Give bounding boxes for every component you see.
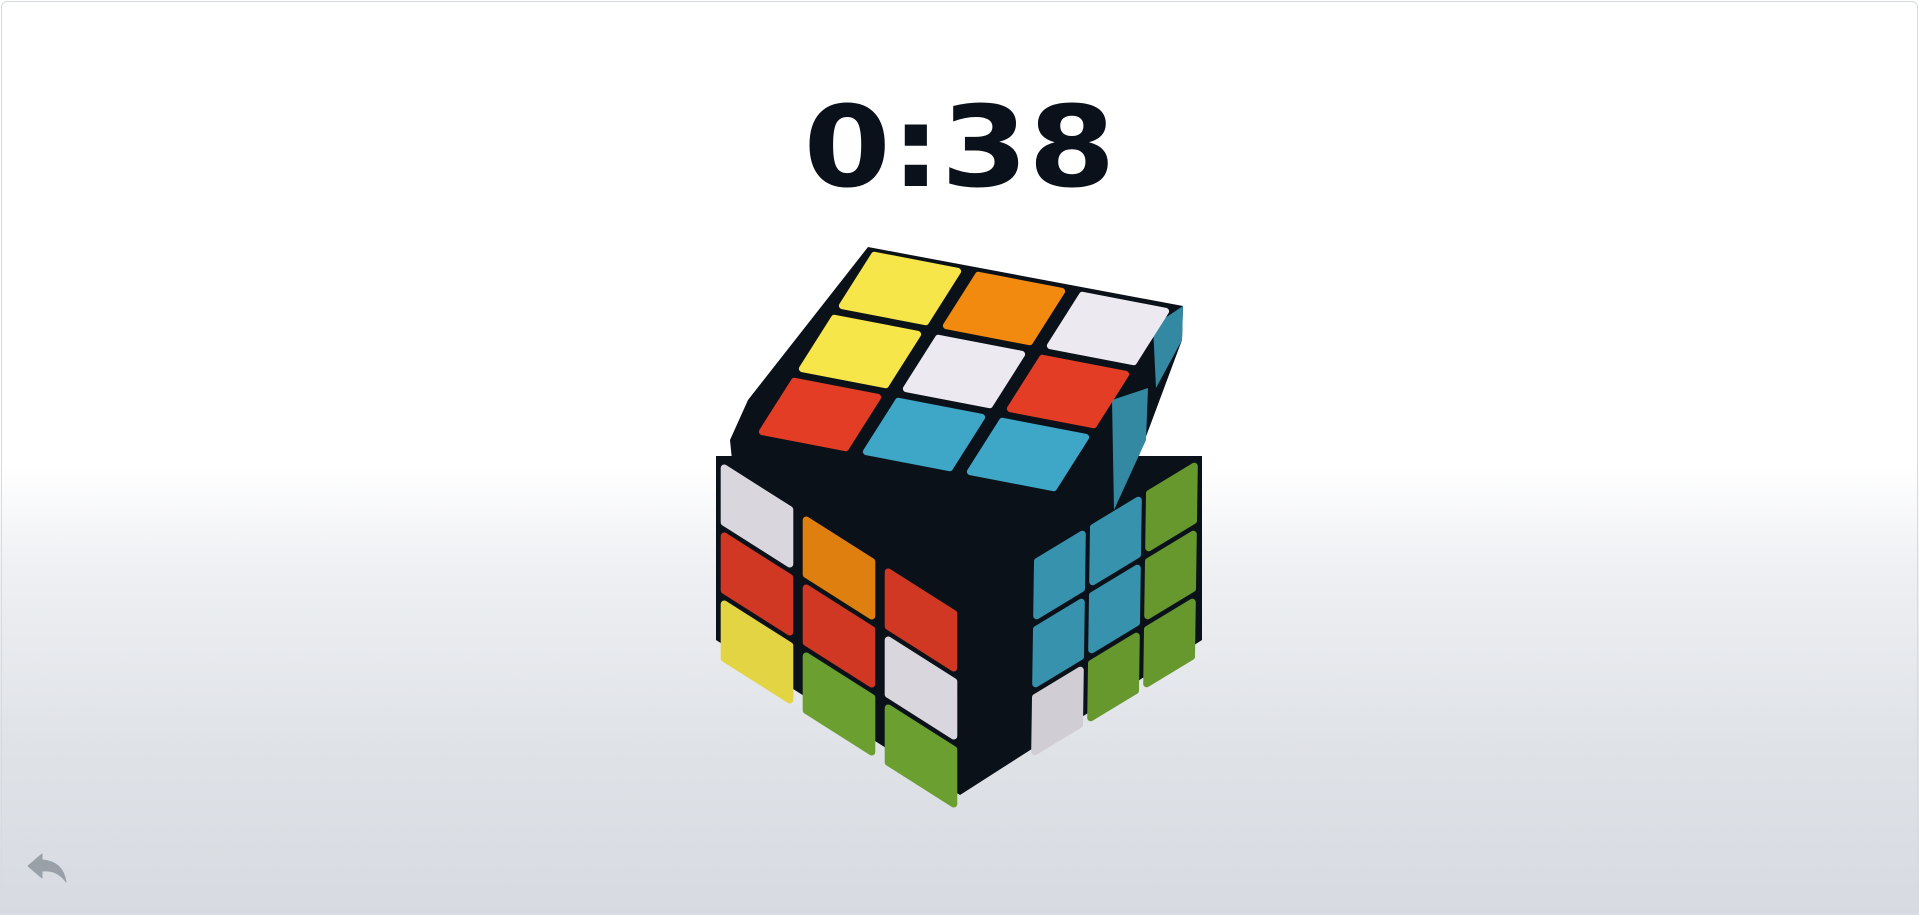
undo-arrow-icon	[27, 853, 67, 883]
rubiks-cube[interactable]	[0, 0, 1919, 915]
cube-area[interactable]	[0, 0, 1919, 915]
undo-button[interactable]	[24, 848, 72, 888]
